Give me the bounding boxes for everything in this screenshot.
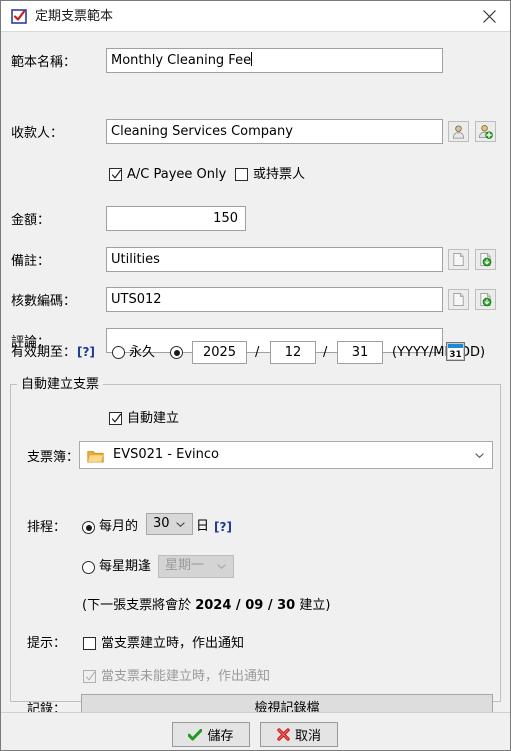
valid-forever-label[interactable]: 永久 xyxy=(129,345,155,360)
text-caret xyxy=(251,52,253,66)
valid-until-month-input[interactable]: 12 xyxy=(270,341,316,364)
check-template-icon xyxy=(11,8,28,25)
save-button-label: 儲存 xyxy=(207,729,234,744)
audit-code-input[interactable]: UTS012 xyxy=(106,287,443,312)
memo-label: 備註： xyxy=(11,254,51,269)
alerts-label: 提示： xyxy=(27,636,67,651)
window-title: 定期支票範本 xyxy=(35,9,114,24)
schedule-weekday-value: 星期一 xyxy=(165,558,205,573)
dialog-body: 範本名稱： Monthly Cleaning Fee 收款人： Cleaning… xyxy=(1,32,510,750)
alert-on-created-checkbox[interactable] xyxy=(83,637,96,650)
valid-until-year-input[interactable]: 2025 xyxy=(192,341,247,364)
valid-until-help-icon[interactable]: [?] xyxy=(77,345,95,360)
payee-input[interactable]: Cleaning Services Company xyxy=(106,119,443,144)
schedule-monthly-radio[interactable] xyxy=(82,521,95,534)
cancel-button-label: 取消 xyxy=(294,729,321,744)
title-bar: 定期支票範本 xyxy=(1,1,510,32)
chevron-down-icon xyxy=(176,522,185,527)
amount-label: 金額： xyxy=(11,213,51,228)
memo-input[interactable]: Utilities xyxy=(106,247,443,272)
next-cheque-prefix: (下一張支票將會於 xyxy=(82,598,196,613)
chequebook-value: EVS021 - Evinco xyxy=(113,447,219,462)
red-x-icon xyxy=(277,728,290,741)
alert-on-created-label[interactable]: 當支票建立時，作出通知 xyxy=(101,636,244,651)
save-button[interactable]: 儲存 xyxy=(172,722,250,747)
valid-forever-radio[interactable] xyxy=(112,346,125,359)
cancel-button[interactable]: 取消 xyxy=(260,722,338,747)
ac-payee-only-checkbox[interactable] xyxy=(109,168,122,181)
valid-until-date-radio[interactable] xyxy=(170,346,183,359)
payee-label: 收款人： xyxy=(11,126,64,141)
page-save-icon[interactable] xyxy=(475,289,496,310)
template-name-input[interactable]: Monthly Cleaning Fee xyxy=(106,48,443,73)
amount-input[interactable]: 150 xyxy=(106,206,246,231)
audit-code-label: 核數編碼： xyxy=(11,294,77,309)
schedule-help-icon[interactable]: [?] xyxy=(214,520,232,535)
next-cheque-date: 2024 / 09 / 30 xyxy=(195,598,296,613)
footer-bar: 儲存 取消 xyxy=(1,713,510,750)
schedule-monthly-suffix-label: 日 xyxy=(196,519,210,534)
schedule-weekly-radio[interactable] xyxy=(82,561,95,574)
valid-until-label: 有效期至： xyxy=(11,345,77,360)
chevron-down-icon xyxy=(217,564,226,569)
check-mark-icon xyxy=(85,671,96,681)
date-separator: / xyxy=(323,345,328,360)
auto-create-group-title: 自動建立支票 xyxy=(17,377,104,392)
auto-create-label[interactable]: 自動建立 xyxy=(127,411,179,426)
person-add-icon[interactable] xyxy=(475,121,496,142)
alert-on-failed-label: 當支票未能建立時，作出通知 xyxy=(101,669,271,684)
svg-text:31: 31 xyxy=(449,350,462,360)
calendar-icon[interactable]: 31 xyxy=(446,342,465,361)
or-bearer-label[interactable]: 或持票人 xyxy=(253,167,305,182)
next-cheque-note: (下一張支票將會於 2024 / 09 / 30 建立) xyxy=(82,598,330,614)
chevron-down-icon xyxy=(475,453,484,458)
folder-icon xyxy=(87,448,104,468)
next-cheque-suffix: 建立) xyxy=(295,598,331,613)
chequebook-select[interactable]: EVS021 - Evinco xyxy=(79,441,493,469)
recurring-cheque-template-dialog: 定期支票範本 範本名稱： Monthly Cleaning Fee 收款人： C… xyxy=(0,0,511,751)
schedule-weekly-label[interactable]: 每星期逢 xyxy=(99,559,151,574)
chequebook-label: 支票簿： xyxy=(27,450,80,465)
valid-until-day-input[interactable]: 31 xyxy=(337,341,383,364)
check-mark-icon xyxy=(111,169,122,179)
green-check-icon xyxy=(188,728,203,741)
check-mark-icon xyxy=(111,413,122,423)
page-icon[interactable] xyxy=(448,289,469,310)
or-bearer-checkbox[interactable] xyxy=(235,168,248,181)
page-save-icon[interactable] xyxy=(475,249,496,270)
schedule-weekday-select: 星期一 xyxy=(158,555,234,578)
ac-payee-only-label[interactable]: A/C Payee Only xyxy=(127,167,226,182)
alert-on-failed-checkbox xyxy=(83,670,96,683)
date-separator: / xyxy=(255,345,260,360)
schedule-monthly-day-value: 30 xyxy=(153,516,170,531)
template-name-value: Monthly Cleaning Fee xyxy=(111,53,252,68)
date-format-hint: (YYYY/MM/DD) xyxy=(392,345,486,360)
schedule-monthly-day-select[interactable]: 30 xyxy=(146,513,193,535)
template-name-label: 範本名稱： xyxy=(11,55,77,70)
schedule-monthly-prefix-label[interactable]: 每月的 xyxy=(99,519,138,534)
close-icon[interactable] xyxy=(466,1,510,31)
page-icon[interactable] xyxy=(448,249,469,270)
schedule-label: 排程： xyxy=(27,520,67,535)
person-icon[interactable] xyxy=(448,121,469,142)
auto-create-checkbox[interactable] xyxy=(109,412,122,425)
auto-create-group xyxy=(10,384,501,702)
